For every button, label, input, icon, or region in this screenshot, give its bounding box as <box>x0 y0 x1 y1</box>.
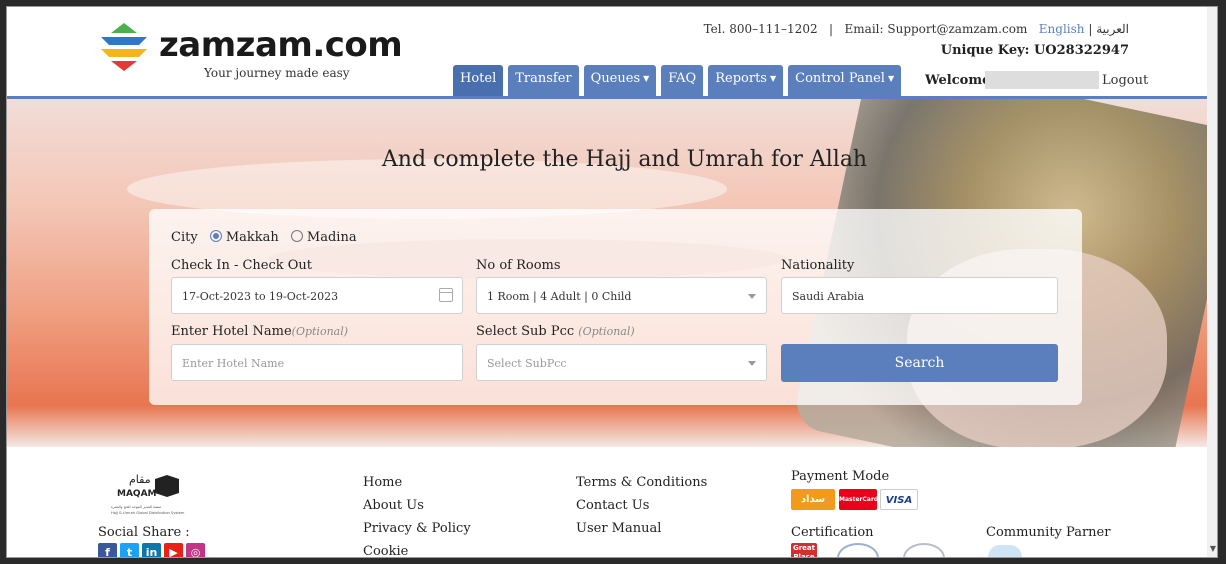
footer-link-cookie[interactable]: Cookie <box>363 544 408 557</box>
caret-down-icon: ▼ <box>887 74 895 83</box>
language-english-link[interactable]: English <box>1039 22 1085 36</box>
youtube-icon[interactable]: ▶ <box>164 543 183 557</box>
nationality-field[interactable]: Saudi Arabia <box>781 277 1058 314</box>
footer-link-contact[interactable]: Contact Us <box>576 498 649 513</box>
tab-transfer-label: Transfer <box>515 71 572 86</box>
rooms-select[interactable]: 1 Room | 4 Adult | 0 Child <box>476 277 767 314</box>
mastercard-logo: MasterCard <box>839 489 878 510</box>
radio-madina[interactable] <box>290 230 303 242</box>
instagram-icon[interactable]: ◎ <box>186 543 205 557</box>
tab-control-panel[interactable]: Control Panel ▼ <box>788 65 902 96</box>
maqam-subtitle-en: Hajj & Umrah Global Distribution System <box>111 511 185 515</box>
hotel-name-label: Enter Hotel Name(Optional) <box>171 324 348 339</box>
tab-faq-label: FAQ <box>668 71 697 86</box>
caret-down-icon: ▼ <box>769 74 777 83</box>
tab-hotel-label: Hotel <box>460 71 497 86</box>
site-header: zamzam.com Your journey made easy Tel. 8… <box>7 7 1217 99</box>
city-label: City <box>171 230 198 245</box>
tab-hotel[interactable]: Hotel <box>453 65 504 96</box>
language-arabic-link[interactable]: | العربية <box>1088 22 1129 36</box>
footer-link-privacy[interactable]: Privacy & Policy <box>363 521 471 536</box>
certification-label: Certification <box>791 525 874 540</box>
top-contact-bar: Tel. 800–111–1202 | Email: Support@zamza… <box>704 22 1129 36</box>
rooms-label: No of Rooms <box>476 258 561 273</box>
optional-tag: (Optional) <box>578 325 635 338</box>
caret-down-icon: ▼ <box>643 74 650 83</box>
tab-faq[interactable]: FAQ <box>661 65 704 96</box>
sadad-logo: سداد <box>791 489 835 510</box>
hero-banner: And complete the Hajj and Umrah for Alla… <box>7 99 1217 447</box>
hotel-name-placeholder: Enter Hotel Name <box>182 357 285 370</box>
linkedin-icon[interactable]: in <box>142 543 161 557</box>
scroll-down-arrow-icon[interactable]: ▼ <box>1210 544 1216 553</box>
maqam-english-text: MAQAM <box>117 489 157 499</box>
footer-link-user-manual[interactable]: User Manual <box>576 521 661 536</box>
tab-control-panel-label: Control Panel <box>795 71 885 86</box>
separator: | <box>829 22 834 36</box>
logout-link[interactable]: Logout <box>1102 73 1148 88</box>
subpcc-label: Select Sub Pcc (Optional) <box>476 324 635 339</box>
social-icons: f t in ▶ ◎ <box>98 543 205 557</box>
tab-transfer[interactable]: Transfer <box>508 65 579 96</box>
hotel-search-panel: City Makkah Madina Check In - Check Out … <box>149 209 1082 405</box>
radio-makkah-label[interactable]: Makkah <box>226 230 279 245</box>
chevron-down-icon <box>748 361 756 366</box>
checkin-checkout-value: 17-Oct-2023 to 19-Oct-2023 <box>182 290 339 303</box>
security-certification-badge <box>903 543 945 557</box>
logo-text[interactable]: zamzam.com <box>159 25 403 65</box>
radio-madina-label[interactable]: Madina <box>307 230 357 245</box>
maqam-subtitle-ar: منصة المدير الموحد للحج والعمرة <box>111 505 161 509</box>
browser-viewport: zamzam.com Your journey made easy Tel. 8… <box>6 6 1218 558</box>
hotel-name-label-text: Enter Hotel Name <box>171 324 292 339</box>
site-footer: مقام MAQAM منصة المدير الموحد للحج والعم… <box>7 447 1217 557</box>
nationality-value: Saudi Arabia <box>792 290 865 303</box>
tagline: Your journey made easy <box>204 66 350 80</box>
subpcc-placeholder: Select SubPcc <box>487 357 567 370</box>
twitter-icon[interactable]: t <box>120 543 139 557</box>
welcome-text: Welcome <box>925 73 991 88</box>
telephone-text: Tel. 800–111–1202 <box>703 22 818 36</box>
nationality-label: Nationality <box>781 258 855 273</box>
footer-link-terms[interactable]: Terms & Conditions <box>576 475 707 490</box>
checkin-checkout-field[interactable]: 17-Oct-2023 to 19-Oct-2023 <box>171 277 463 314</box>
email-text: Email: Support@zamzam.com <box>844 22 1028 36</box>
maqam-logo: مقام MAQAM منصة المدير الموحد للحج والعم… <box>111 473 185 515</box>
maqam-arabic-text: مقام <box>129 473 151 486</box>
optional-tag: (Optional) <box>291 325 349 338</box>
tab-queues[interactable]: Queues ▼ <box>583 65 657 96</box>
tab-reports-label: Reports <box>715 71 767 86</box>
visa-logo: VISA <box>880 489 918 510</box>
chevron-down-icon <box>748 294 756 299</box>
subpcc-label-text: Select Sub Pcc <box>476 324 575 339</box>
tab-reports[interactable]: Reports ▼ <box>708 65 784 96</box>
facebook-icon[interactable]: f <box>98 543 117 557</box>
great-place-badge: Great Place <box>791 543 817 557</box>
iso-certification-badge <box>837 543 879 557</box>
tab-queues-label: Queues <box>590 71 641 86</box>
search-button[interactable]: Search <box>781 344 1058 382</box>
community-partner-logo <box>988 545 1022 557</box>
social-share-label: Social Share : <box>98 525 190 540</box>
radio-makkah[interactable] <box>209 230 222 242</box>
payment-mode-label: Payment Mode <box>791 469 890 484</box>
zamzam-logo-icon[interactable] <box>97 21 151 73</box>
footer-link-about[interactable]: About Us <box>363 498 424 513</box>
city-selector: City Makkah Madina <box>171 230 357 245</box>
footer-link-home[interactable]: Home <box>363 475 402 490</box>
scrollbar[interactable]: ▼ <box>1207 7 1217 557</box>
community-partner-label: Community Parner <box>986 525 1111 540</box>
main-nav: Hotel Transfer Queues ▼ FAQ Reports ▼ Cont… <box>453 65 902 96</box>
rooms-value: 1 Room | 4 Adult | 0 Child <box>487 290 632 303</box>
calendar-icon[interactable] <box>439 288 453 302</box>
subpcc-select[interactable]: Select SubPcc <box>476 344 767 381</box>
hotel-name-input[interactable]: Enter Hotel Name <box>171 344 463 381</box>
checkin-label: Check In - Check Out <box>171 258 313 273</box>
hero-title: And complete the Hajj and Umrah for Alla… <box>381 147 868 172</box>
redacted-username <box>985 71 1099 89</box>
unique-key: Unique Key: UO28322947 <box>940 43 1129 58</box>
